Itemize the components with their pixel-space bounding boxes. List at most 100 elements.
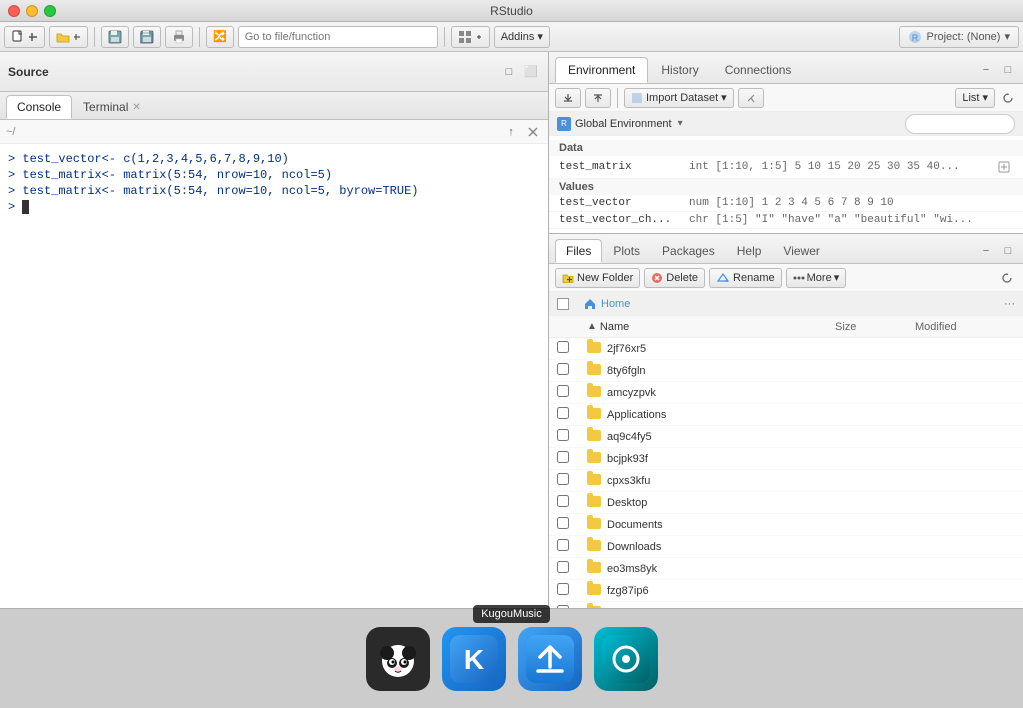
file-name: Downloads bbox=[607, 541, 835, 553]
tab-packages[interactable]: Packages bbox=[651, 239, 726, 263]
env-expand-test-matrix[interactable] bbox=[995, 158, 1013, 176]
tab-environment[interactable]: Environment bbox=[555, 57, 648, 83]
source-collapse-button[interactable]: □ bbox=[500, 63, 518, 81]
env-maximize-icon[interactable]: □ bbox=[999, 61, 1017, 79]
terminal-close-icon[interactable]: ✕ bbox=[132, 102, 140, 113]
panda-app-icon[interactable] bbox=[366, 627, 430, 691]
header-name-col[interactable]: ▲ Name bbox=[587, 321, 835, 333]
more-button[interactable]: More ▾ bbox=[786, 268, 847, 288]
environment-panel: Environment History Connections − □ bbox=[549, 52, 1023, 234]
tab-viewer[interactable]: Viewer bbox=[772, 239, 830, 263]
file-checkbox[interactable] bbox=[557, 363, 587, 378]
files-refresh-button[interactable] bbox=[997, 268, 1017, 288]
minimize-button[interactable] bbox=[26, 5, 38, 17]
upload-app-icon[interactable] bbox=[518, 627, 582, 691]
file-row[interactable]: Applications bbox=[549, 404, 1023, 426]
console-line-2: > test_matrix<- matrix(5:54, nrow=10, nc… bbox=[8, 168, 540, 182]
file-row[interactable]: cpxs3kfu bbox=[549, 470, 1023, 492]
addins-button[interactable]: Addins ▾ bbox=[494, 26, 550, 48]
file-checkbox[interactable] bbox=[557, 429, 587, 444]
tab-connections[interactable]: Connections bbox=[712, 57, 805, 83]
files-minimize-icon[interactable]: − bbox=[977, 242, 995, 260]
new-folder-button[interactable]: New Folder bbox=[555, 268, 640, 288]
tab-history[interactable]: History bbox=[648, 57, 711, 83]
file-row[interactable]: Documents bbox=[549, 514, 1023, 536]
folder-icon bbox=[587, 584, 603, 598]
delete-button[interactable]: Delete bbox=[644, 268, 705, 288]
grid-view-button[interactable] bbox=[451, 26, 490, 48]
cyan-app-icon[interactable] bbox=[594, 627, 658, 691]
dock-item-upload[interactable] bbox=[518, 627, 582, 691]
file-row[interactable]: fzg87ip6 bbox=[549, 580, 1023, 602]
file-row[interactable]: eo3ms8yk bbox=[549, 558, 1023, 580]
app-title: RStudio bbox=[490, 4, 533, 18]
file-row[interactable]: 2jf76xr5 bbox=[549, 338, 1023, 360]
print-button[interactable] bbox=[165, 26, 193, 48]
file-row[interactable]: amcyzpvk bbox=[549, 382, 1023, 404]
new-file-button[interactable] bbox=[4, 26, 45, 48]
window-controls[interactable] bbox=[8, 5, 56, 17]
file-checkbox[interactable] bbox=[557, 473, 587, 488]
file-row[interactable]: 8ty6fgln bbox=[549, 360, 1023, 382]
file-row[interactable]: bcjpk93f bbox=[549, 448, 1023, 470]
list-view-button[interactable]: List ▾ bbox=[955, 88, 995, 108]
file-row[interactable]: Downloads bbox=[549, 536, 1023, 558]
rename-button[interactable]: Rename bbox=[709, 268, 782, 288]
env-search-input[interactable] bbox=[905, 114, 1015, 134]
file-checkbox[interactable] bbox=[557, 495, 587, 510]
files-body: 2jf76xr5 8ty6fgln amcyzpvk bbox=[549, 338, 1023, 608]
tab-plots[interactable]: Plots bbox=[602, 239, 651, 263]
file-checkbox[interactable] bbox=[557, 517, 587, 532]
breadcrumb-home[interactable]: Home bbox=[601, 298, 630, 310]
env-row-test-matrix[interactable]: test_matrix int [1:10, 1:5] 5 10 15 20 2… bbox=[549, 156, 1023, 179]
file-row[interactable]: aq9c4fy5 bbox=[549, 426, 1023, 448]
file-name: bcjpk93f bbox=[607, 453, 835, 465]
breadcrumb-more-options[interactable]: ··· bbox=[1004, 298, 1015, 310]
broom-button[interactable] bbox=[738, 88, 764, 108]
file-checkbox[interactable] bbox=[557, 561, 587, 576]
save-all-button[interactable] bbox=[133, 26, 161, 48]
kugou-app-icon[interactable]: K bbox=[442, 627, 506, 691]
tab-help[interactable]: Help bbox=[726, 239, 773, 263]
file-checkbox[interactable] bbox=[557, 341, 587, 356]
close-button[interactable] bbox=[8, 5, 20, 17]
global-env-bar[interactable]: R Global Environment ▾ bbox=[549, 112, 1023, 136]
dock-item-cyan[interactable] bbox=[594, 627, 658, 691]
env-load-button[interactable] bbox=[555, 88, 581, 108]
goto-file-button[interactable]: 🔀 bbox=[206, 26, 234, 48]
dock-item-kugou[interactable]: K bbox=[442, 627, 506, 691]
folder-icon bbox=[587, 540, 603, 554]
dock-item-panda[interactable] bbox=[366, 627, 430, 691]
folder-icon bbox=[587, 452, 603, 466]
file-checkbox[interactable] bbox=[557, 539, 587, 554]
folder-icon bbox=[587, 386, 603, 400]
tab-terminal[interactable]: Terminal ✕ bbox=[72, 95, 152, 119]
tab-files[interactable]: Files bbox=[555, 239, 602, 263]
file-checkbox[interactable] bbox=[557, 407, 587, 422]
source-expand-button[interactable]: ⬜ bbox=[522, 63, 540, 81]
save-button[interactable] bbox=[101, 26, 129, 48]
tab-console[interactable]: Console bbox=[6, 95, 72, 119]
breadcrumb-checkbox[interactable] bbox=[557, 298, 569, 310]
console-toolbar: ~/ ↑ bbox=[0, 120, 548, 144]
env-row-test-vector-ch[interactable]: test_vector_ch... chr [1:5] "I" "have" "… bbox=[549, 212, 1023, 229]
breadcrumb-bar: Home ··· bbox=[549, 292, 1023, 316]
files-maximize-icon[interactable]: □ bbox=[999, 242, 1017, 260]
console-scroll-up-icon[interactable]: ↑ bbox=[502, 123, 520, 141]
env-save-button[interactable] bbox=[585, 88, 611, 108]
maximize-button[interactable] bbox=[44, 5, 56, 17]
file-checkbox[interactable] bbox=[557, 385, 587, 400]
file-row[interactable]: Desktop bbox=[549, 492, 1023, 514]
env-row-test-vector[interactable]: test_vector num [1:10] 1 2 3 4 5 6 7 8 9… bbox=[549, 195, 1023, 212]
goto-file-input[interactable] bbox=[238, 26, 438, 48]
env-minimize-icon[interactable]: − bbox=[977, 61, 995, 79]
file-checkbox[interactable] bbox=[557, 451, 587, 466]
import-dataset-button[interactable]: Import Dataset ▾ bbox=[624, 88, 734, 108]
env-refresh-icon[interactable] bbox=[999, 89, 1017, 107]
cursor-blink bbox=[22, 200, 29, 214]
open-file-button[interactable] bbox=[49, 26, 88, 48]
file-checkbox[interactable] bbox=[557, 583, 587, 598]
console-clear-icon[interactable] bbox=[524, 123, 542, 141]
project-selector[interactable]: R Project: (None) ▾ bbox=[899, 26, 1019, 48]
console-body[interactable]: > test_vector<- c(1,2,3,4,5,6,7,8,9,10) … bbox=[0, 144, 548, 608]
